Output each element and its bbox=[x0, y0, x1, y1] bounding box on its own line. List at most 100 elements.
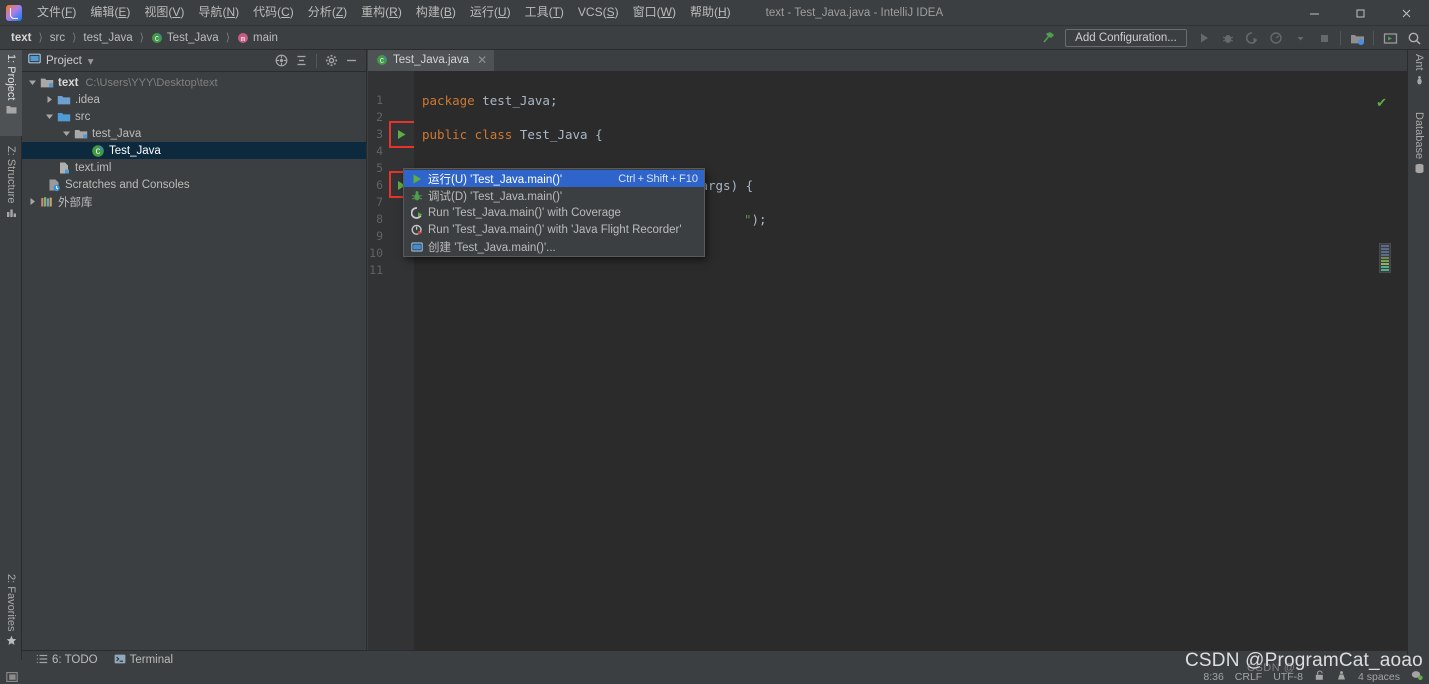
run-icon[interactable] bbox=[1193, 28, 1215, 48]
tool-button-terminal-label: Terminal bbox=[129, 654, 174, 666]
tree-node-scratches[interactable]: Scratches and Consoles bbox=[22, 176, 366, 193]
project-panel-title: Project bbox=[46, 54, 82, 67]
context-menu-item-run[interactable]: 运行(U) 'Test_Java.main()' Ctrl + Shift + … bbox=[404, 170, 704, 187]
tree-node-src[interactable]: src bbox=[22, 108, 366, 125]
context-menu-item-run-flight-recorder[interactable]: Run 'Test_Java.main()' with 'Java Flight… bbox=[404, 221, 704, 238]
layout-icon[interactable] bbox=[1379, 28, 1401, 48]
menu-run[interactable]: 运行(U) bbox=[463, 2, 518, 23]
editor-minimap-marker[interactable] bbox=[1379, 243, 1391, 273]
project-structure-icon[interactable] bbox=[1346, 28, 1368, 48]
context-menu-item-debug[interactable]: 调试(D) 'Test_Java.main()' bbox=[404, 187, 704, 204]
breadcrumb-method[interactable]: m main bbox=[234, 31, 281, 45]
menu-navigate-label: 导航 bbox=[198, 5, 223, 19]
inspection-status-icon[interactable]: ✔ bbox=[1376, 95, 1387, 111]
run-context-menu[interactable]: 运行(U) 'Test_Java.main()' Ctrl + Shift + … bbox=[403, 168, 705, 257]
context-menu-item-debug-label: 调试(D) 'Test_Java.main()' bbox=[428, 190, 563, 203]
breadcrumb-src[interactable]: src bbox=[47, 31, 68, 45]
run-class-gutter-highlight bbox=[389, 121, 416, 148]
chevron-down-icon[interactable] bbox=[60, 129, 73, 138]
menu-help[interactable]: 帮助(H) bbox=[683, 2, 738, 23]
code-text-area[interactable]: package test_Java; public class Test_Jav… bbox=[414, 71, 1407, 650]
tree-node-test-java-class[interactable]: C Test_Java bbox=[22, 142, 366, 159]
sidebar-item-database[interactable]: Database bbox=[1408, 108, 1429, 188]
menu-vcs[interactable]: VCS(S) bbox=[571, 2, 626, 23]
csdn-watermark-sub: CSDN @ bbox=[1247, 662, 1296, 674]
close-button[interactable] bbox=[1383, 0, 1429, 26]
menu-edit[interactable]: 编辑(E) bbox=[83, 2, 137, 23]
settings-gear-icon[interactable] bbox=[323, 52, 340, 69]
project-panel-toolbar bbox=[273, 52, 366, 69]
menu-refactor[interactable]: 重构(R) bbox=[354, 2, 409, 23]
minimize-button[interactable] bbox=[1291, 0, 1337, 26]
breadcrumb-class[interactable]: C Test_Java bbox=[148, 31, 222, 45]
tool-button-terminal[interactable]: Terminal bbox=[114, 653, 173, 668]
database-icon bbox=[1413, 163, 1425, 174]
sidebar-item-database-label: Database bbox=[1413, 112, 1425, 160]
tree-node-idea[interactable]: .idea bbox=[22, 91, 366, 108]
chevron-down-icon[interactable] bbox=[26, 78, 39, 87]
breadcrumb-separator: ⟩ bbox=[72, 32, 77, 44]
line-number: 7 bbox=[376, 195, 383, 209]
menu-view-mnemonic: V bbox=[172, 5, 181, 19]
tree-node-text[interactable]: text C:\Users\YYY\Desktop\text bbox=[22, 74, 366, 91]
editor-gutter[interactable]: 1 2 3 4 5 6 7 8 9 10 11 bbox=[368, 71, 417, 650]
hide-icon[interactable] bbox=[343, 52, 360, 69]
indent-setting[interactable]: 4 spaces bbox=[1358, 671, 1400, 683]
chevron-right-icon[interactable] bbox=[43, 95, 56, 104]
tree-node-iml[interactable]: text.iml bbox=[22, 159, 366, 176]
breadcrumb-package[interactable]: test_Java bbox=[80, 31, 135, 45]
editor-area: C Test_Java.java ✕ 1 2 3 4 5 6 7 8 9 10 … bbox=[368, 50, 1407, 650]
search-everywhere-icon[interactable] bbox=[1403, 28, 1425, 48]
menu-refactor-label: 重构 bbox=[361, 5, 386, 19]
code-editor[interactable]: 1 2 3 4 5 6 7 8 9 10 11 package test_Jav… bbox=[368, 71, 1407, 650]
project-tree[interactable]: text C:\Users\YYY\Desktop\text .idea src… bbox=[22, 72, 366, 210]
menu-window[interactable]: 窗口(W) bbox=[626, 2, 683, 23]
caret-position[interactable]: 8:36 bbox=[1203, 671, 1223, 683]
tree-node-package[interactable]: test_Java bbox=[22, 125, 366, 142]
svg-text:C: C bbox=[96, 148, 101, 157]
toggle-toolwindows-icon[interactable] bbox=[0, 671, 18, 683]
java-class-icon: C bbox=[151, 32, 163, 44]
menu-tools[interactable]: 工具(T) bbox=[518, 2, 571, 23]
folder-icon bbox=[56, 93, 72, 107]
context-menu-item-run-coverage[interactable]: Run 'Test_Java.main()' with Coverage bbox=[404, 204, 704, 221]
sidebar-item-favorites[interactable]: 2: Favorites bbox=[0, 570, 22, 662]
method-icon: m bbox=[237, 32, 249, 44]
run-configuration-selector[interactable]: Add Configuration... bbox=[1065, 29, 1187, 47]
chevron-down-icon[interactable] bbox=[1289, 28, 1311, 48]
breadcrumb-text[interactable]: text bbox=[8, 31, 34, 45]
debug-icon[interactable] bbox=[1217, 28, 1239, 48]
sidebar-item-ant[interactable]: Ant bbox=[1408, 50, 1429, 102]
maximize-button[interactable] bbox=[1337, 0, 1383, 26]
run-coverage-icon[interactable] bbox=[1241, 28, 1263, 48]
tool-button-todo[interactable]: 6: TODO bbox=[36, 653, 98, 668]
menu-code[interactable]: 代码(C) bbox=[246, 2, 301, 23]
sidebar-item-project-label: 1: Project bbox=[5, 54, 17, 101]
select-opened-file-icon[interactable] bbox=[273, 52, 290, 69]
menu-window-mnemonic: W bbox=[660, 5, 672, 19]
chevron-down-icon[interactable] bbox=[43, 112, 56, 121]
menu-analyze[interactable]: 分析(Z) bbox=[301, 2, 354, 23]
menu-build[interactable]: 构建(B) bbox=[409, 2, 463, 23]
editor-tab-test-java[interactable]: C Test_Java.java ✕ bbox=[368, 50, 495, 71]
tool-button-todo-label: 6: TODO bbox=[52, 654, 98, 666]
stop-icon[interactable] bbox=[1313, 28, 1335, 48]
tree-node-external-libraries[interactable]: 外部库 bbox=[22, 193, 366, 210]
context-menu-item-create-config[interactable]: 创建 'Test_Java.main()'... bbox=[404, 238, 704, 255]
sidebar-item-project[interactable]: 1: Project bbox=[0, 50, 22, 136]
menu-navigate[interactable]: 导航(N) bbox=[191, 2, 246, 23]
close-icon[interactable]: ✕ bbox=[477, 53, 487, 67]
menu-bar[interactable]: 文件(F) 编辑(E) 视图(V) 导航(N) 代码(C) 分析(Z) 重构(R… bbox=[30, 0, 738, 26]
build-hammer-icon[interactable] bbox=[1037, 28, 1059, 48]
chevron-right-icon[interactable] bbox=[26, 197, 39, 206]
navigation-bar: text ⟩ src ⟩ test_Java ⟩ C Test_Java ⟩ m… bbox=[0, 26, 1429, 50]
menu-file[interactable]: 文件(F) bbox=[30, 2, 83, 23]
external-libraries-icon bbox=[39, 195, 55, 209]
profiler-icon[interactable] bbox=[1265, 28, 1287, 48]
chevron-down-icon[interactable]: ▾ bbox=[88, 54, 94, 68]
sidebar-item-structure[interactable]: Z: Structure bbox=[0, 142, 22, 242]
line-number: 3 bbox=[376, 127, 383, 141]
breadcrumb-separator: ⟩ bbox=[139, 32, 144, 44]
menu-view[interactable]: 视图(V) bbox=[137, 2, 191, 23]
collapse-all-icon[interactable] bbox=[293, 52, 310, 69]
